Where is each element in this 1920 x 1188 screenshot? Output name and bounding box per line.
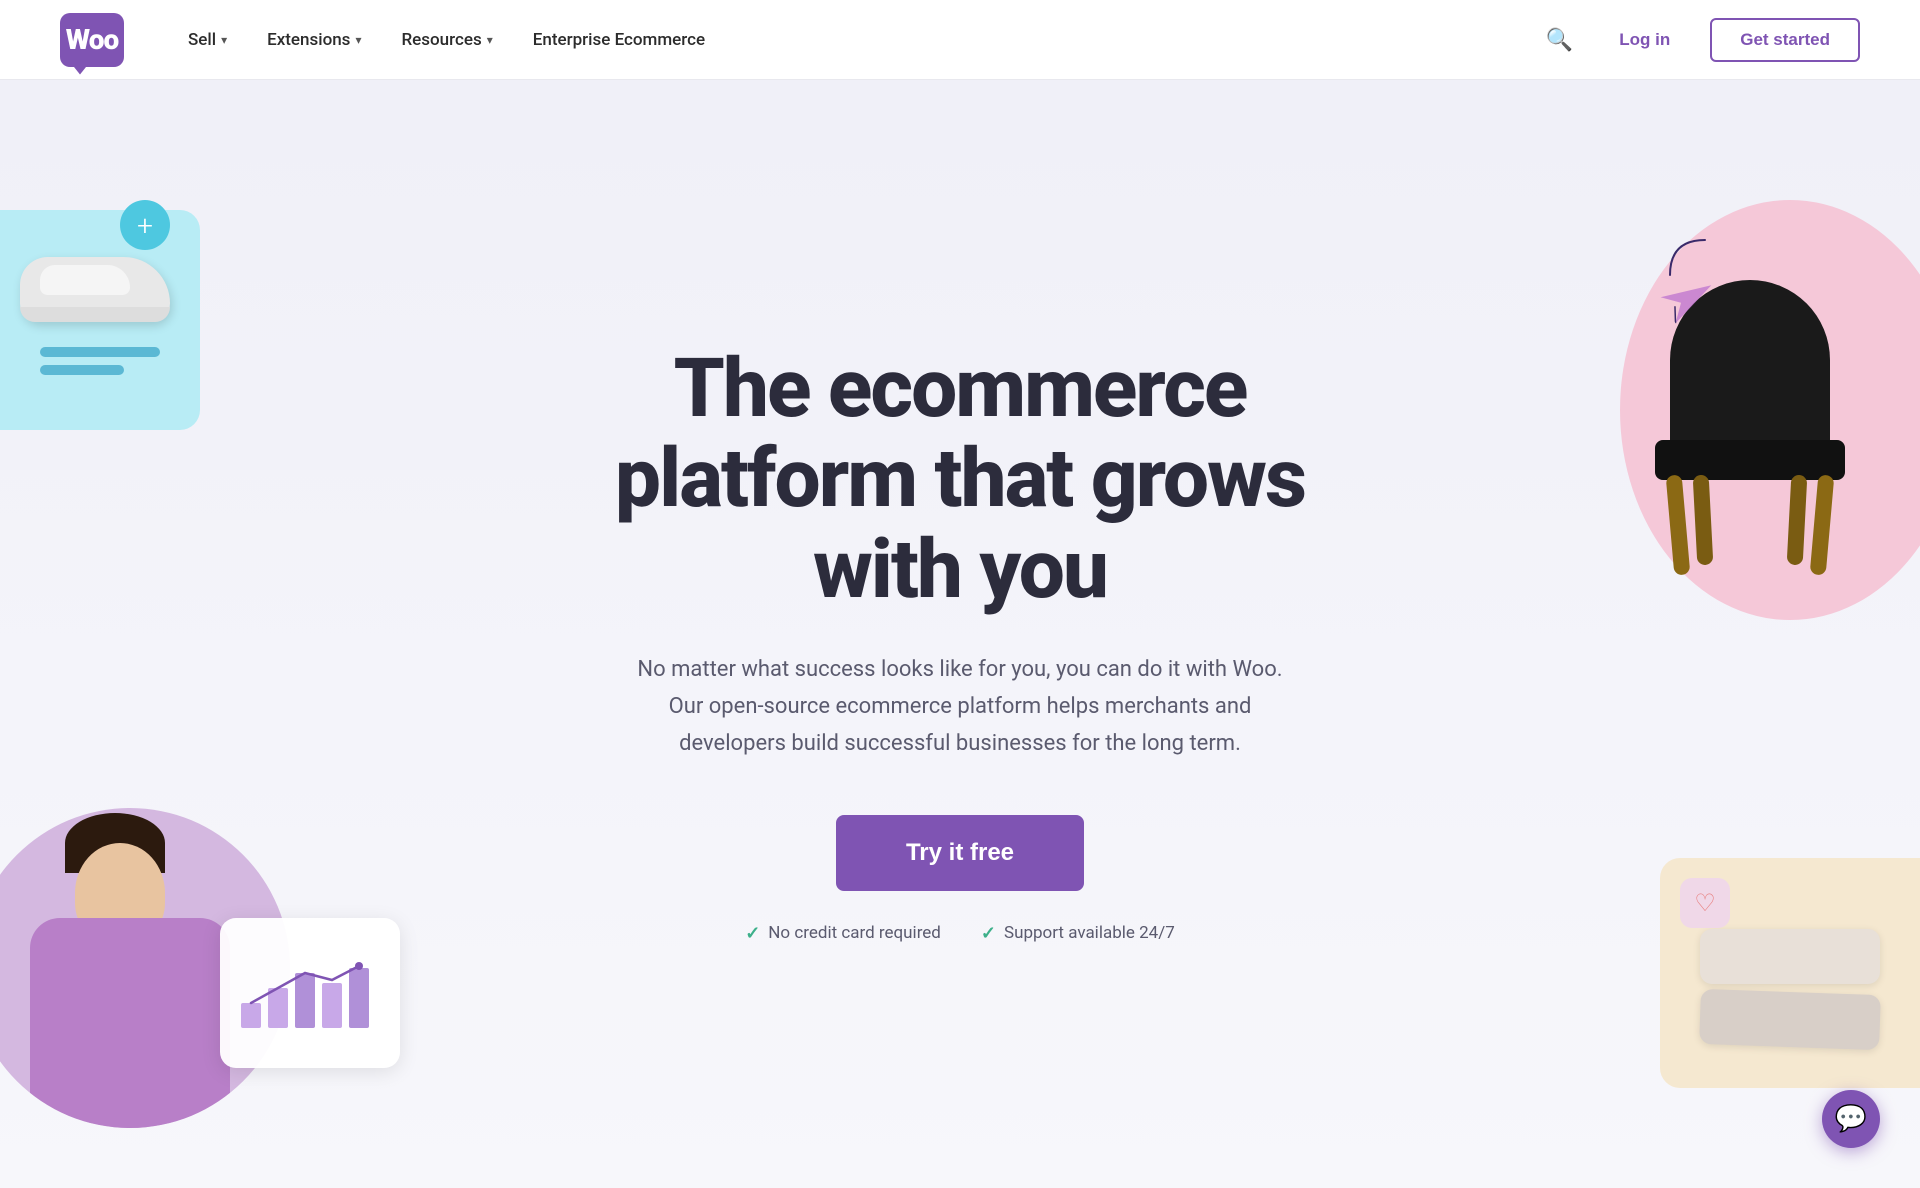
hero-title: The ecommerce platform that grows with y… (580, 344, 1340, 615)
nav-item-extensions[interactable]: Extensions ▾ (251, 22, 377, 58)
add-to-cart-icon[interactable]: + (120, 200, 170, 250)
nav-item-resources[interactable]: Resources ▾ (385, 22, 508, 58)
chevron-down-icon: ▾ (487, 33, 493, 47)
chair-seat (1655, 440, 1845, 480)
chair-leg (1810, 474, 1835, 575)
chevron-down-icon: ▾ (221, 33, 227, 47)
try-free-button[interactable]: Try it free (836, 815, 1084, 891)
soap-illustration (1700, 929, 1880, 1047)
hero-subtitle: No matter what success looks like for yo… (620, 651, 1300, 763)
support-badge: ✓ Support available 24/7 (981, 923, 1175, 944)
left-product-card (0, 210, 200, 430)
nav-right: 🔍 Log in Get started (1540, 18, 1860, 62)
stats-card (220, 918, 400, 1068)
get-started-button[interactable]: Get started (1710, 18, 1860, 62)
shoe-illustration (20, 257, 180, 337)
logo[interactable]: Woo (60, 13, 124, 67)
soap-bar (1699, 989, 1881, 1050)
hero-badges: ✓ No credit card required ✓ Support avai… (580, 923, 1340, 944)
logo-text: Woo (66, 23, 118, 56)
chair-leg (1666, 474, 1691, 575)
nav-links: Sell ▾ Extensions ▾ Resources ▾ Enterpri… (172, 22, 1540, 58)
chat-button[interactable]: 💬 (1822, 1090, 1880, 1148)
chair-leg (1693, 475, 1714, 566)
hero-content: The ecommerce platform that grows with y… (580, 344, 1340, 944)
nav-item-sell[interactable]: Sell ▾ (172, 22, 243, 58)
person-body (30, 918, 230, 1128)
product-lines (40, 347, 160, 383)
chevron-down-icon: ▾ (355, 33, 361, 47)
chat-icon: 💬 (1835, 1104, 1867, 1134)
right-decoration (1560, 180, 1920, 620)
chair-leg (1787, 475, 1808, 566)
stats-chart (236, 958, 396, 1028)
main-navigation: Woo Sell ▾ Extensions ▾ Resources ▾ Ente… (0, 0, 1920, 80)
hero-section: + (0, 80, 1920, 1188)
search-button[interactable]: 🔍 (1540, 21, 1579, 59)
curve-line (1665, 235, 1715, 289)
check-icon: ✓ (745, 923, 760, 944)
person-figure (10, 848, 250, 1128)
soap-bar (1700, 929, 1880, 984)
nav-item-enterprise[interactable]: Enterprise Ecommerce (517, 22, 721, 58)
no-credit-card-badge: ✓ No credit card required (745, 923, 941, 944)
chair-illustration (1640, 280, 1860, 580)
right-product-card: ♡ (1660, 858, 1920, 1088)
support-label: Support available 24/7 (1004, 923, 1175, 943)
login-button[interactable]: Log in (1603, 22, 1686, 58)
no-credit-card-label: No credit card required (768, 923, 941, 943)
heart-icon: ♡ (1680, 878, 1730, 928)
check-icon: ✓ (981, 923, 996, 944)
